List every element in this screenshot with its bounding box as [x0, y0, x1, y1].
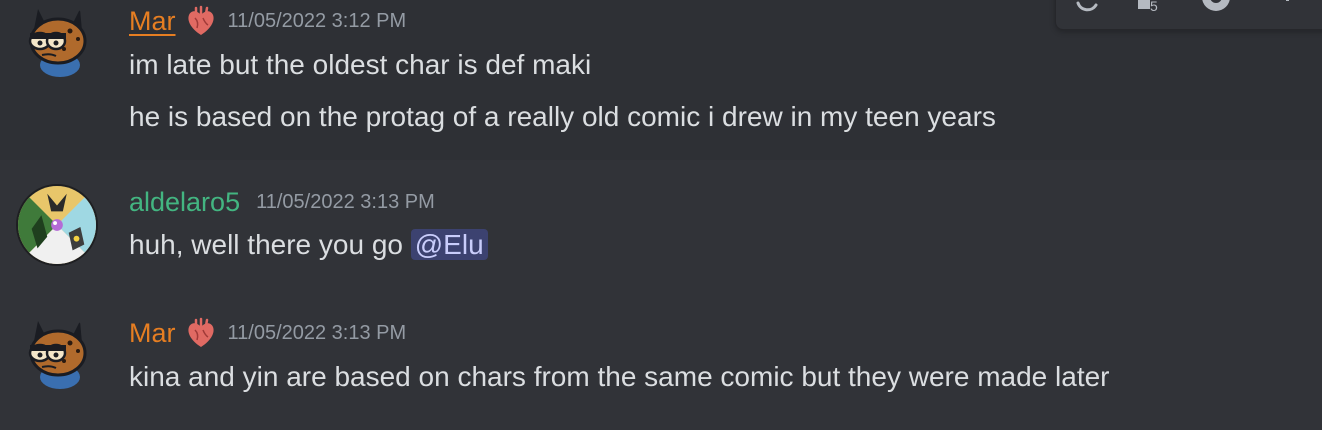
avatar[interactable]: [16, 3, 96, 83]
user-mention[interactable]: @Elu: [410, 229, 488, 260]
message-text: kina and yin are based on chars from the…: [129, 361, 1110, 392]
avatar[interactable]: [16, 315, 96, 395]
username[interactable]: aldelaro5: [129, 186, 240, 218]
timestamp: 11/05/2022 3:12 PM: [227, 9, 407, 32]
more-icon[interactable]: [1268, 0, 1308, 27]
timestamp: 11/05/2022 3:13 PM: [227, 321, 407, 344]
message-text: huh, well there you go @Elu: [129, 227, 488, 263]
reply-icon[interactable]: [1194, 0, 1234, 27]
username[interactable]: Mar: [129, 317, 176, 349]
message-action-toolbar: 5: [1055, 0, 1322, 30]
message-text: he is based on the protag of a really ol…: [129, 101, 996, 132]
chat-messages: Mar 11/05/2022 3:12 PM im late but the o…: [0, 0, 1322, 430]
add-reaction-icon[interactable]: 5: [1130, 0, 1170, 27]
avatar[interactable]: [16, 184, 98, 266]
message-group-aldelaro5[interactable]: aldelaro5 11/05/2022 3:13 PM huh, well t…: [0, 178, 1322, 278]
svg-text:5: 5: [1150, 0, 1158, 14]
username[interactable]: Mar: [129, 5, 176, 37]
anatomical-heart-icon[interactable]: [184, 4, 218, 38]
message-group-mar-2[interactable]: Mar 11/05/2022 3:13 PM kina and yin are …: [0, 308, 1322, 418]
refresh-icon[interactable]: [1068, 0, 1108, 27]
message-text-content: huh, well there you go: [129, 229, 403, 260]
message-text: im late but the oldest char is def maki: [129, 49, 592, 80]
anatomical-heart-icon[interactable]: [184, 316, 218, 350]
timestamp: 11/05/2022 3:13 PM: [256, 190, 435, 213]
